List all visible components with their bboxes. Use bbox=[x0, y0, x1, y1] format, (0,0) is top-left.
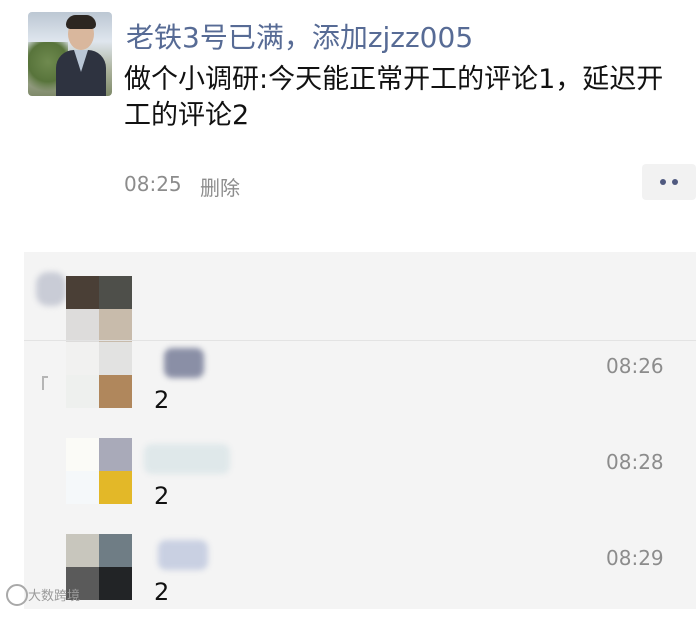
more-dot-icon bbox=[660, 179, 666, 185]
watermark-text: 大数跨境 bbox=[28, 589, 81, 604]
comment-row[interactable]: 2 08:28 bbox=[24, 438, 696, 534]
author-avatar[interactable] bbox=[28, 12, 112, 96]
more-dot-icon bbox=[672, 179, 678, 185]
comment-time: 08:29 bbox=[606, 546, 664, 570]
delete-link[interactable]: 删除 bbox=[200, 172, 240, 201]
commenter-avatar[interactable] bbox=[66, 438, 132, 504]
comment-time: 08:26 bbox=[606, 354, 664, 378]
commenter-name[interactable] bbox=[144, 444, 230, 474]
comment-text: 2 bbox=[154, 578, 170, 606]
like-icon bbox=[36, 272, 66, 306]
likes-divider bbox=[24, 340, 696, 341]
avatar-hair bbox=[66, 15, 96, 29]
comment-row[interactable]: 2 08:29 bbox=[24, 534, 696, 630]
more-actions-button[interactable] bbox=[642, 164, 696, 200]
post-text: 做个小调研:今天能正常开工的评论1，延迟开工的评论2 bbox=[124, 64, 664, 131]
commenter-name[interactable] bbox=[164, 348, 204, 378]
post-time: 08:25 bbox=[124, 172, 182, 196]
comment-text: 2 bbox=[154, 386, 170, 414]
author-name[interactable]: 老铁3号已满，添加zjzz005 bbox=[126, 16, 473, 56]
liker-avatar[interactable] bbox=[66, 276, 132, 342]
comment-row[interactable]: 2 08:26 bbox=[24, 342, 696, 438]
commenter-avatar[interactable] bbox=[66, 342, 132, 408]
comment-time: 08:28 bbox=[606, 450, 664, 474]
watermark-icon bbox=[6, 584, 28, 606]
commenter-name[interactable] bbox=[158, 540, 208, 570]
comment-text: 2 bbox=[154, 482, 170, 510]
comment-icon bbox=[42, 376, 48, 390]
